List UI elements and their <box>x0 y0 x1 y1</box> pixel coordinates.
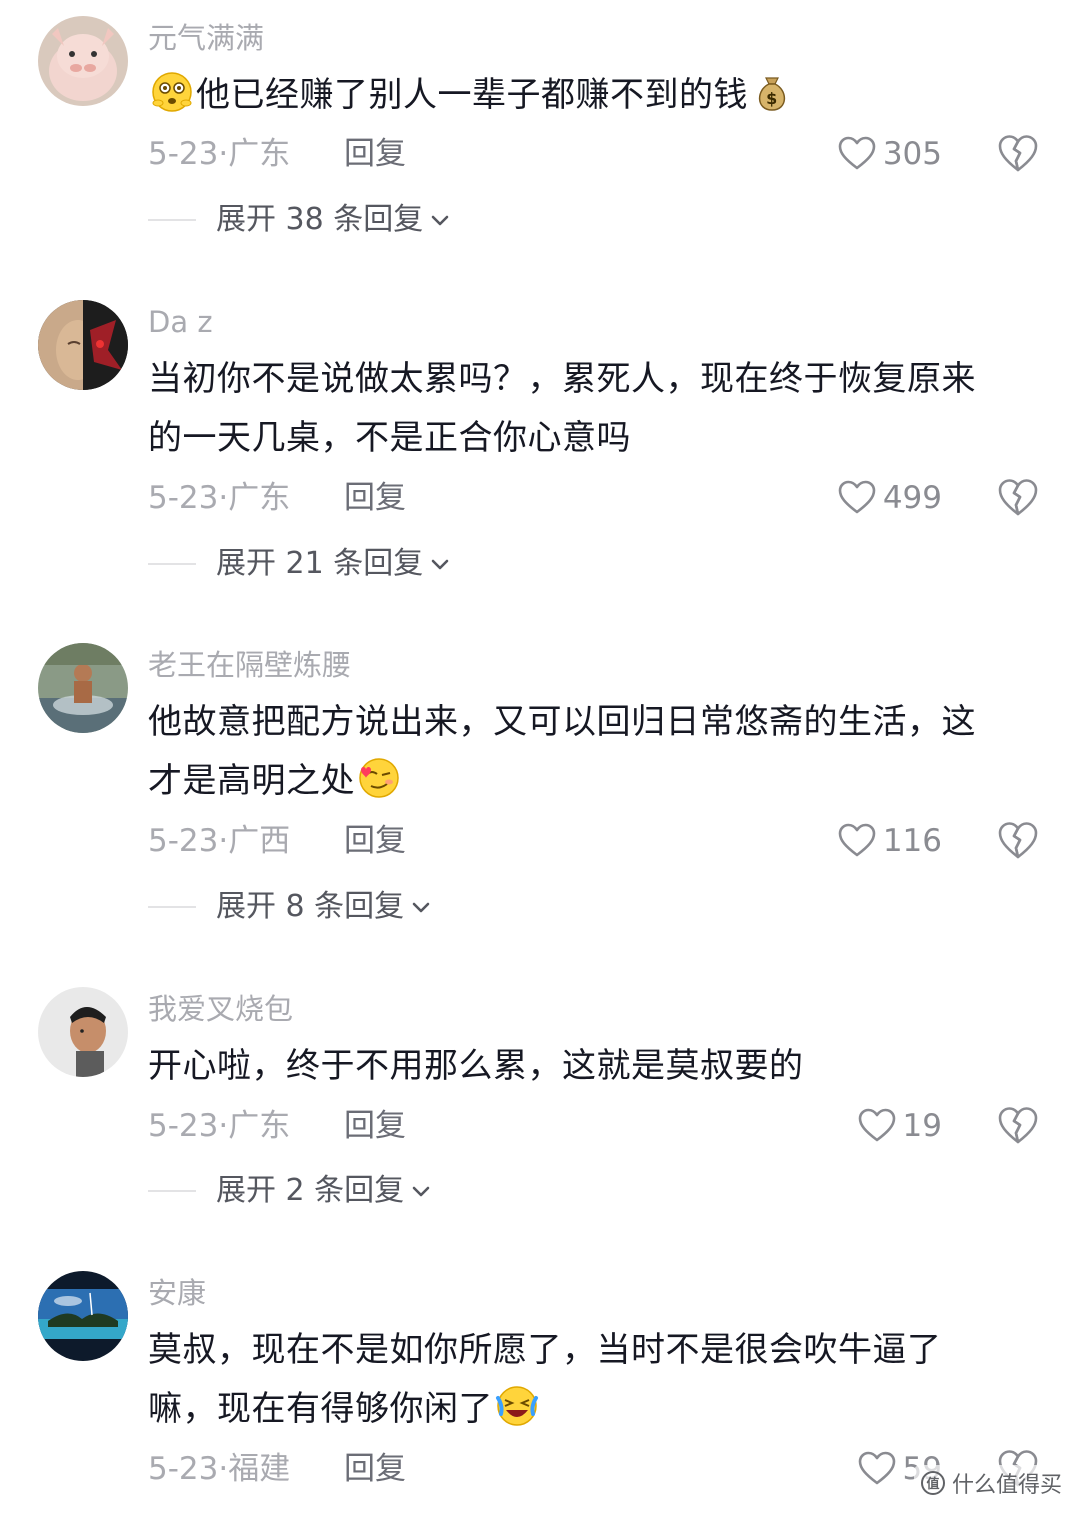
like-button[interactable]: 116 <box>837 819 942 863</box>
meta-separator: · <box>218 480 229 516</box>
chevron-down-icon <box>412 1186 430 1197</box>
meta-separator: · <box>218 1451 229 1487</box>
watermark-text: 什么值得买 <box>951 1473 1062 1498</box>
chevron-down-icon <box>412 902 430 913</box>
comment-text-line: 他故意把配方说出来，又可以回归日常悠斋的生活，这 <box>148 702 976 742</box>
heart-icon <box>838 823 876 857</box>
svg-text:值: 值 <box>926 1476 939 1492</box>
comment-text: 当初你不是说做太累吗？，累死人，现在终于恢复原来 的一天几桌，不是正合你心意吗 <box>148 350 1038 468</box>
like-count: 116 <box>882 823 942 859</box>
comment-meta: 5-23·福建 回复 <box>148 1447 406 1491</box>
meta-separator: · <box>218 136 229 172</box>
expand-replies-button[interactable]: 展开 21 条回复 <box>148 542 451 586</box>
dizzy-face-emoji-icon <box>150 70 194 114</box>
comment-date: 5-23 <box>148 480 219 516</box>
heart-icon <box>838 136 876 170</box>
comment-location: 广东 <box>228 480 291 516</box>
comment-date: 5-23 <box>148 823 219 859</box>
username[interactable]: 老王在隔壁炼腰 <box>148 645 351 685</box>
money-bag-emoji-icon: $ <box>750 70 794 114</box>
avatar[interactable] <box>38 987 128 1077</box>
watermark: 值 什么值得买 <box>913 1465 1068 1501</box>
comment-location: 福建 <box>228 1451 291 1487</box>
comment-text: 莫叔，现在不是如你所愿了，当时不是很会吹牛逼了 嘛，现在有得够你闲了 <box>148 1321 1038 1439</box>
heart-icon <box>838 480 876 514</box>
comment-text-line: 开心啦，终于不用那么累，这就是莫叔要的 <box>148 1046 804 1086</box>
comment-text-line: 嘛，现在有得够你闲了 <box>148 1389 493 1429</box>
smirk-heart-emoji-icon <box>357 756 401 800</box>
laughing-tears-emoji-icon <box>495 1384 539 1428</box>
like-count: 499 <box>882 480 942 516</box>
comment-text-line-2: 才是高明之处 <box>148 752 1038 811</box>
reply-button[interactable]: 回复 <box>344 132 406 176</box>
comment-meta: 5-23·广东 回复 <box>148 476 406 520</box>
meta-separator: · <box>218 1108 229 1144</box>
chevron-down-icon <box>431 559 449 570</box>
expand-replies-label: 展开 38 条回复 <box>216 202 424 237</box>
meta-separator: · <box>218 823 229 859</box>
comment-text-line: 的一天几桌，不是正合你心意吗 <box>148 418 631 458</box>
reply-button[interactable]: 回复 <box>344 1447 406 1491</box>
zhi-logo-icon: 值 <box>920 1471 945 1495</box>
divider-line <box>148 1190 196 1192</box>
expand-replies-label: 展开 2 条回复 <box>216 1173 405 1208</box>
comment-location: 广西 <box>228 823 291 859</box>
like-count: 305 <box>882 136 942 172</box>
divider-line <box>148 906 196 908</box>
dislike-button[interactable] <box>996 476 1040 520</box>
like-button[interactable]: 499 <box>837 476 942 520</box>
divider-line <box>148 563 196 565</box>
like-button[interactable]: 305 <box>837 132 942 176</box>
expand-replies-button[interactable]: 展开 38 条回复 <box>148 198 451 242</box>
comment-location: 广东 <box>228 136 291 172</box>
expand-replies-button[interactable]: 展开 2 条回复 <box>148 1169 432 1213</box>
comment-text-body: 他已经赚了别人一辈子都赚不到的钱 <box>196 75 748 115</box>
comment-text: 开心啦，终于不用那么累，这就是莫叔要的 <box>148 1037 1038 1096</box>
chevron-down-icon <box>431 215 449 226</box>
broken-heart-icon <box>998 135 1038 172</box>
dislike-button[interactable] <box>996 819 1040 863</box>
expand-replies-label: 展开 21 条回复 <box>216 546 424 581</box>
username[interactable]: 安康 <box>148 1273 206 1313</box>
comment-text: 他已经赚了别人一辈子都赚不到的钱 $ <box>148 66 1038 125</box>
comment-text: 他故意把配方说出来，又可以回归日常悠斋的生活，这 才是高明之处 <box>148 693 1038 811</box>
avatar[interactable] <box>38 16 128 106</box>
comment-meta: 5-23·广西 回复 <box>148 819 406 863</box>
broken-heart-icon <box>998 1107 1038 1144</box>
comment-text-line-2: 嘛，现在有得够你闲了 <box>148 1380 1038 1439</box>
heart-icon <box>858 1108 895 1142</box>
broken-heart-icon <box>998 479 1038 516</box>
reply-button[interactable]: 回复 <box>344 476 406 520</box>
comment-date: 5-23 <box>148 136 219 172</box>
comment-date: 5-23 <box>148 1451 219 1487</box>
comment-date: 5-23 <box>148 1108 219 1144</box>
comment-location: 广东 <box>228 1108 291 1144</box>
expand-replies-label: 展开 8 条回复 <box>216 889 405 924</box>
comment-text-line: 当初你不是说做太累吗？，累死人，现在终于恢复原来 <box>148 359 976 399</box>
reply-button[interactable]: 回复 <box>344 819 406 863</box>
dislike-button[interactable] <box>996 132 1040 176</box>
reply-button[interactable]: 回复 <box>344 1104 406 1148</box>
comment-text-line: 才是高明之处 <box>148 761 355 801</box>
comment-text-line: 莫叔，现在不是如你所愿了，当时不是很会吹牛逼了 <box>148 1330 942 1370</box>
broken-heart-icon <box>998 822 1038 859</box>
expand-replies-button[interactable]: 展开 8 条回复 <box>148 885 432 929</box>
username[interactable]: 元气满满 <box>148 18 264 58</box>
avatar[interactable] <box>38 300 128 390</box>
username[interactable]: 我爱叉烧包 <box>148 989 293 1029</box>
like-button[interactable]: 19 <box>857 1104 942 1148</box>
avatar[interactable] <box>38 1271 128 1361</box>
avatar[interactable] <box>38 643 128 733</box>
like-count: 19 <box>902 1108 942 1144</box>
heart-icon <box>858 1451 895 1485</box>
username[interactable]: Da z <box>148 302 213 342</box>
svg-text:$: $ <box>766 89 778 108</box>
comment-meta: 5-23·广东 回复 <box>148 132 406 176</box>
divider-line <box>148 219 196 221</box>
comment-meta: 5-23·广东 回复 <box>148 1104 406 1148</box>
dislike-button[interactable] <box>996 1104 1040 1148</box>
